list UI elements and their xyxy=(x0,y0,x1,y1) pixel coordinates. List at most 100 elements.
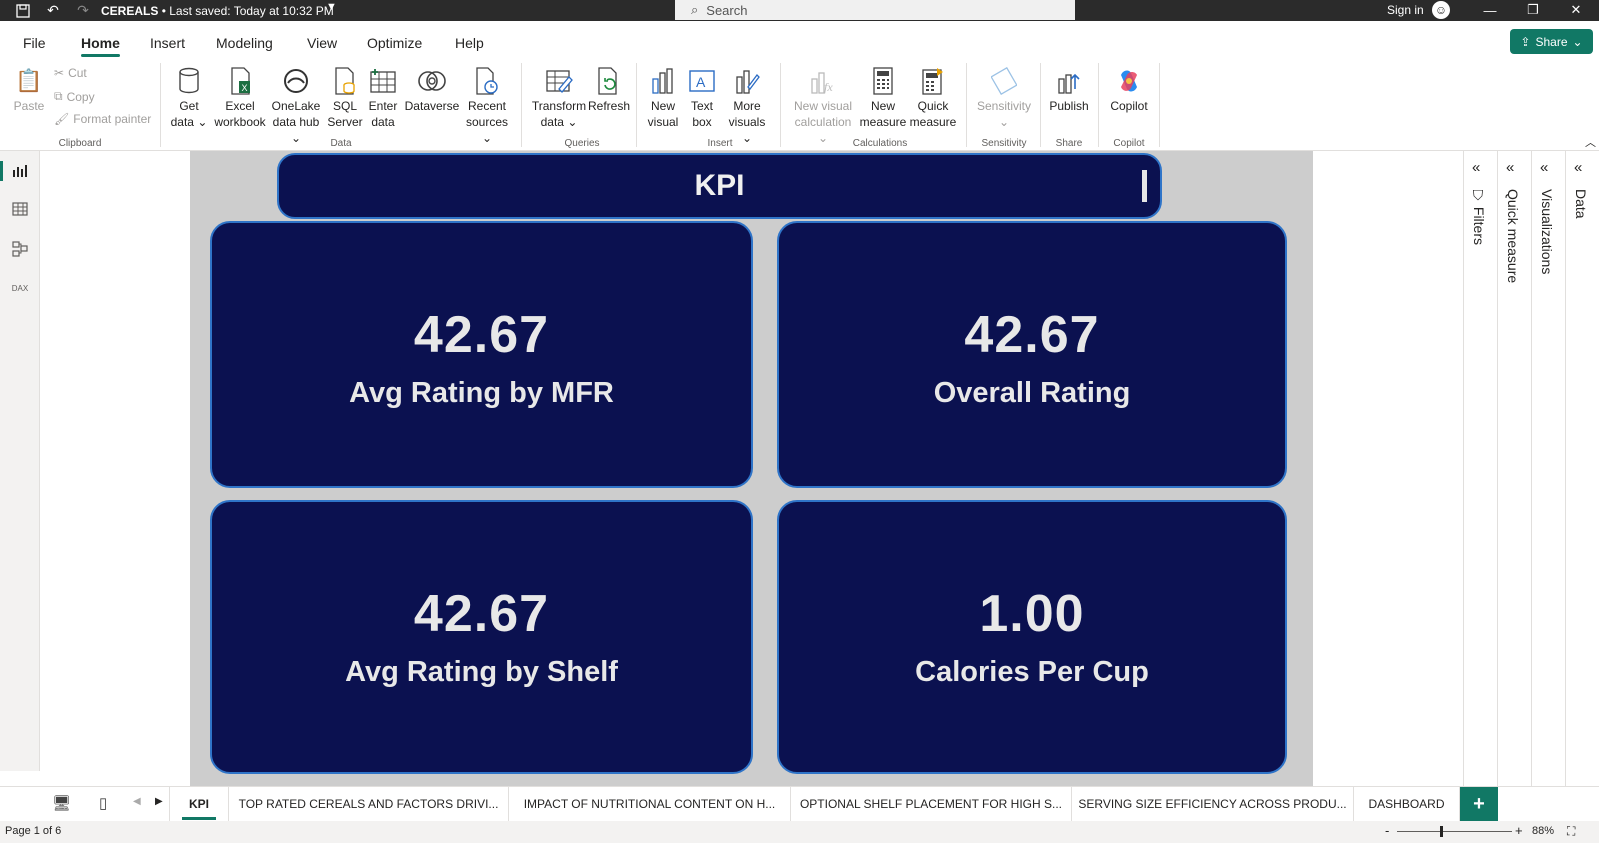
copy-button[interactable]: ⧉ Copy xyxy=(54,89,95,104)
publish-label: Publish xyxy=(1049,99,1089,113)
menu-modeling[interactable]: Modeling xyxy=(216,35,273,51)
kpi-card-calories-per-cup[interactable]: 1.00 Calories Per Cup xyxy=(777,500,1287,774)
mobile-layout-icon[interactable]: ▯ xyxy=(99,794,107,812)
data-pane[interactable]: « Data xyxy=(1565,151,1599,786)
expand-visualizations-icon[interactable]: « xyxy=(1540,159,1548,176)
menu-home[interactable]: Home xyxy=(81,35,120,57)
dataverse-button[interactable]: Dataverse xyxy=(404,65,460,114)
onelake-button[interactable]: OneLake data hub ⌄ xyxy=(268,65,324,146)
cut-button[interactable]: ✂ Cut xyxy=(54,66,87,80)
share-button[interactable]: ⇪ Share ⌄ xyxy=(1510,29,1593,54)
model-view-icon[interactable] xyxy=(10,239,30,259)
sql-server-button[interactable]: SQL Server xyxy=(326,65,364,130)
tab-impact-nutritional-content[interactable]: IMPACT OF NUTRITIONAL CONTENT ON H... xyxy=(509,787,791,821)
save-icon[interactable] xyxy=(14,2,32,19)
chevron-down-icon: ⌄ xyxy=(1572,34,1583,49)
redo-icon[interactable]: ↷ xyxy=(74,2,92,19)
quick-measure-icon xyxy=(918,65,948,97)
new-visual-calc-sub: calculation xyxy=(794,115,852,129)
tab-label: KPI xyxy=(188,797,209,811)
tab-label: DASHBOARD xyxy=(1368,797,1445,811)
paste-button[interactable]: 📋 Paste xyxy=(10,65,48,114)
zoom-slider-thumb[interactable] xyxy=(1440,826,1443,837)
undo-icon[interactable]: ↶ xyxy=(44,2,62,19)
excel-workbook-button[interactable]: X Excel workbook xyxy=(214,65,266,130)
menu-insert[interactable]: Insert xyxy=(150,35,185,51)
refresh-button[interactable]: Refresh xyxy=(587,65,631,114)
dax-query-view-icon[interactable]: DAX xyxy=(10,278,30,298)
menu-help[interactable]: Help xyxy=(455,35,484,51)
recent-label-2: sources ⌄ xyxy=(465,115,509,145)
copilot-button[interactable]: Copilot xyxy=(1104,65,1154,114)
search-box[interactable]: ⌕ Search xyxy=(675,0,1075,20)
expand-quick-measure-icon[interactable]: « xyxy=(1506,159,1514,176)
share-label: Share xyxy=(1535,34,1568,49)
group-divider xyxy=(521,63,522,147)
table-grid-icon xyxy=(368,65,398,97)
tab-top-rated-cereals[interactable]: TOP RATED CEREALS AND FACTORS DRIVI... xyxy=(229,787,509,821)
quick-measure-pane[interactable]: « Quick measure xyxy=(1497,151,1531,786)
minimize-icon[interactable]: — xyxy=(1475,1,1505,19)
format-painter-button[interactable]: 🖌 Format painter xyxy=(54,112,151,126)
desktop-layout-icon[interactable]: 🖥 xyxy=(52,794,71,812)
tab-optional-shelf-placement[interactable]: OPTIONAL SHELF PLACEMENT FOR HIGH S... xyxy=(791,787,1072,821)
tab-label: OPTIONAL SHELF PLACEMENT FOR HIGH S... xyxy=(799,797,1063,811)
enter-data-label-2: data xyxy=(371,115,395,129)
text-box-button[interactable]: A Text box xyxy=(685,65,719,130)
new-visual-calculation-button[interactable]: fx New visual calculation ⌄ xyxy=(788,65,858,146)
sensitivity-button[interactable]: Sensitivity ⌄ xyxy=(974,65,1034,130)
group-label-calculations: Calculations xyxy=(852,138,908,149)
tab-dashboard[interactable]: DASHBOARD xyxy=(1354,787,1460,821)
new-measure-label-2: measure xyxy=(859,115,907,129)
tab-kpi[interactable]: KPI xyxy=(169,787,229,821)
group-divider xyxy=(160,63,161,147)
tab-serving-size-efficiency[interactable]: SERVING SIZE EFFICIENCY ACROSS PRODU... xyxy=(1072,787,1354,821)
title-dropdown-icon[interactable]: ▼ xyxy=(326,1,337,13)
enter-data-button[interactable]: Enter data xyxy=(365,65,401,130)
zoom-slider[interactable] xyxy=(1397,831,1512,832)
close-icon[interactable]: ✕ xyxy=(1561,1,1591,19)
quick-measure-button[interactable]: Quick measure xyxy=(909,65,957,130)
new-visual-button[interactable]: New visual xyxy=(645,65,681,130)
scroll-tabs-left-icon[interactable]: ◀ xyxy=(133,796,141,807)
table-view-icon[interactable] xyxy=(10,199,30,219)
restore-icon[interactable]: ❐ xyxy=(1518,1,1548,19)
get-data-button[interactable]: Get data ⌄ xyxy=(170,65,208,130)
fit-to-page-icon[interactable]: ⛶ xyxy=(1567,824,1575,839)
publish-icon xyxy=(1054,65,1084,97)
collapse-ribbon-icon[interactable]: ︿ xyxy=(1585,134,1596,150)
kpi-card-overall-rating[interactable]: 42.67 Overall Rating xyxy=(777,221,1287,488)
new-measure-button[interactable]: New measure xyxy=(859,65,907,130)
get-data-sub: data xyxy=(170,115,194,129)
avatar-icon[interactable]: ☺ xyxy=(1432,1,1450,19)
bar-chart-icon xyxy=(648,65,678,97)
onelake-label: OneLake xyxy=(271,99,321,113)
more-visuals-button[interactable]: More visuals ⌄ xyxy=(722,65,772,146)
add-page-button[interactable]: + xyxy=(1460,787,1498,821)
copilot-label: Copilot xyxy=(1110,99,1148,113)
visualizations-pane[interactable]: « Visualizations xyxy=(1531,151,1565,786)
more-visuals-label: More xyxy=(733,99,761,113)
expand-data-icon[interactable]: « xyxy=(1574,159,1582,176)
menu-file[interactable]: File xyxy=(23,35,46,51)
onelake-icon xyxy=(281,65,311,97)
recent-sources-button[interactable]: Recent sources ⌄ xyxy=(462,65,512,146)
report-view-icon[interactable] xyxy=(0,161,30,181)
more-visuals-icon xyxy=(732,65,762,97)
kpi-card-avg-rating-shelf[interactable]: 42.67 Avg Rating by Shelf xyxy=(210,500,753,774)
menu-optimize[interactable]: Optimize xyxy=(367,35,422,51)
expand-filters-icon[interactable]: « xyxy=(1472,159,1480,176)
zoom-in-icon[interactable]: + xyxy=(1515,823,1523,838)
zoom-level: 88% xyxy=(1532,825,1555,837)
publish-button[interactable]: Publish xyxy=(1046,65,1092,114)
kpi-card-avg-rating-mfr[interactable]: 42.67 Avg Rating by MFR xyxy=(210,221,753,488)
filters-pane[interactable]: « ⛉ Filters xyxy=(1463,151,1497,786)
title-bar: ↶ ↷ CEREALS • Last saved: Today at 10:32… xyxy=(0,0,1599,21)
sign-in-link[interactable]: Sign in xyxy=(1387,3,1424,17)
kpi-header-text: KPI xyxy=(694,169,745,202)
kpi-header[interactable]: KPI xyxy=(277,153,1162,219)
transform-data-button[interactable]: Transform data ⌄ xyxy=(530,65,588,130)
menu-view[interactable]: View xyxy=(307,35,337,51)
zoom-out-icon[interactable]: - xyxy=(1385,823,1389,838)
scroll-tabs-right-icon[interactable]: ▶ xyxy=(155,796,163,807)
